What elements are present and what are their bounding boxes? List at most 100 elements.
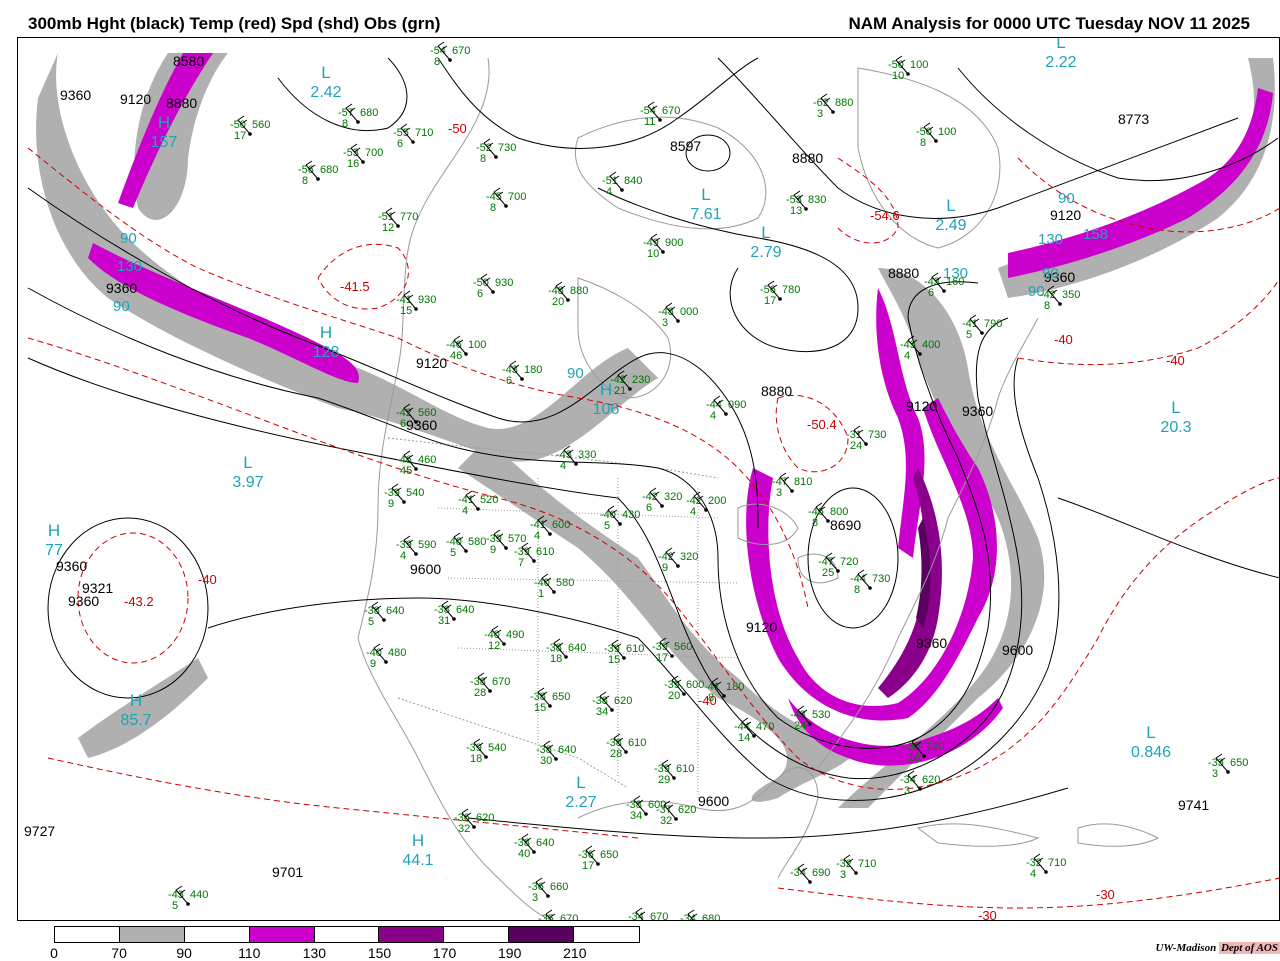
obs-dewpoint-depression: 18 bbox=[470, 753, 482, 765]
obs-height: 670 bbox=[650, 911, 668, 921]
obs-height: 680 bbox=[320, 164, 338, 176]
obs-dewpoint-depression: 28 bbox=[474, 687, 486, 699]
obs-height: 680 bbox=[702, 913, 720, 921]
height-label: 9727 bbox=[24, 823, 55, 839]
obs-height: 600 bbox=[686, 679, 704, 691]
obs-height: 320 bbox=[680, 551, 698, 563]
high-center-marker: H bbox=[412, 831, 424, 850]
obs-dewpoint-depression: 15 bbox=[608, 654, 620, 666]
legend-tick-label: 210 bbox=[563, 945, 587, 961]
height-label: 9600 bbox=[410, 561, 441, 577]
obs-height: 620 bbox=[678, 804, 696, 816]
obs-height: 620 bbox=[614, 695, 632, 707]
obs-height: 700 bbox=[365, 147, 383, 159]
obs-height: 610 bbox=[536, 546, 554, 558]
obs-height: 590 bbox=[418, 539, 436, 551]
obs-height: 100 bbox=[468, 339, 486, 351]
obs-height: 660 bbox=[550, 881, 568, 893]
legend-segment bbox=[379, 927, 445, 942]
obs-dewpoint-depression: 21 bbox=[614, 385, 626, 397]
obs-height: 680 bbox=[360, 107, 378, 119]
obs-dewpoint-depression: 5 bbox=[450, 547, 456, 559]
obs-height: 560 bbox=[418, 407, 436, 419]
high-center-marker: H bbox=[130, 691, 142, 710]
obs-height: 650 bbox=[552, 691, 570, 703]
obs-height: 710 bbox=[1048, 857, 1066, 869]
obs-height: 540 bbox=[488, 742, 506, 754]
obs-height: 540 bbox=[406, 487, 424, 499]
obs-height: 690 bbox=[812, 867, 830, 879]
temp-contour bbox=[1017, 278, 1279, 366]
wind-speed-legend bbox=[54, 926, 640, 943]
center-value: 20.3 bbox=[1160, 419, 1191, 436]
center-value: 44.1 bbox=[402, 852, 433, 869]
obs-dewpoint-depression: 10 bbox=[892, 70, 904, 82]
obs-dewpoint-depression: 16 bbox=[908, 752, 920, 764]
obs-height: 710 bbox=[415, 127, 433, 139]
height-label: 8880 bbox=[166, 95, 197, 111]
height-contours bbox=[27, 57, 1279, 839]
obs-dewpoint-depression: 15 bbox=[534, 702, 546, 714]
obs-height: 480 bbox=[388, 647, 406, 659]
obs-dewpoint-depression: 3 bbox=[840, 869, 846, 881]
center-value: 0.846 bbox=[1131, 744, 1171, 761]
temp-contour bbox=[317, 243, 409, 310]
center-value: 2.42 bbox=[310, 84, 341, 101]
obs-height: 610 bbox=[628, 737, 646, 749]
obs-height: 470 bbox=[756, 721, 774, 733]
low-center-marker: L bbox=[1056, 38, 1065, 52]
obs-height: 460 bbox=[418, 454, 436, 466]
obs-dewpoint-depression: 4 bbox=[1030, 868, 1036, 880]
legend-tick-label: 70 bbox=[111, 945, 127, 961]
obs-dewpoint-depression: 8 bbox=[480, 153, 486, 165]
obs-dewpoint-depression: 6 bbox=[928, 287, 934, 299]
obs-height: 720 bbox=[840, 556, 858, 568]
jet-shading-70 bbox=[78, 658, 208, 758]
obs-height: 840 bbox=[624, 175, 642, 187]
obs-dewpoint-depression: 3 bbox=[776, 487, 782, 499]
obs-dewpoint-depression: 5 bbox=[172, 900, 178, 912]
hispaniola bbox=[1077, 823, 1160, 847]
obs-dewpoint-depression: 4 bbox=[904, 350, 910, 362]
high-center-marker: H bbox=[48, 521, 60, 540]
obs-dewpoint-depression: 29 bbox=[658, 774, 670, 786]
arctic-islands bbox=[574, 116, 767, 230]
temperature-label: -40 bbox=[1166, 353, 1185, 368]
obs-dewpoint-depression: 9 bbox=[370, 658, 376, 670]
obs-height: 710 bbox=[858, 858, 876, 870]
obs-dewpoint-depression: 46 bbox=[450, 350, 462, 362]
obs-dewpoint-depression: 17 bbox=[234, 130, 246, 142]
obs-dewpoint-depression: 3 bbox=[904, 785, 910, 797]
legend-tick-label: 150 bbox=[367, 945, 392, 961]
center-value: 3.97 bbox=[232, 474, 263, 491]
center-value: 2.79 bbox=[750, 244, 781, 261]
obs-height: 610 bbox=[676, 763, 694, 775]
obs-dewpoint-depression: 12 bbox=[488, 640, 500, 652]
height-label: 8597 bbox=[670, 138, 701, 154]
obs-height: 430 bbox=[622, 509, 640, 521]
obs-height: 640 bbox=[386, 605, 404, 617]
obs-height: 200 bbox=[708, 495, 726, 507]
low-center-marker: L bbox=[946, 196, 955, 215]
center-value: 77 bbox=[45, 542, 63, 559]
obs-height: 730 bbox=[868, 429, 886, 441]
legend-segment bbox=[509, 927, 575, 942]
obs-height: 230 bbox=[632, 374, 650, 386]
obs-height: 880 bbox=[835, 97, 853, 109]
height-label: 9360 bbox=[106, 280, 137, 296]
obs-height: 180 bbox=[726, 681, 744, 693]
temperature-label: -43.2 bbox=[124, 594, 154, 609]
temperature-label: -41.5 bbox=[340, 279, 370, 294]
obs-height: 830 bbox=[808, 194, 826, 206]
jet-shading-70 bbox=[838, 268, 1045, 808]
obs-dewpoint-depression: 31 bbox=[438, 615, 450, 627]
obs-height: 330 bbox=[578, 449, 596, 461]
obs-height: 650 bbox=[1230, 757, 1248, 769]
height-label: 9600 bbox=[1002, 642, 1033, 658]
obs-height: 570 bbox=[508, 533, 526, 545]
obs-dewpoint-depression: 5 bbox=[966, 329, 972, 341]
obs-dewpoint-depression: 24 bbox=[850, 440, 862, 452]
temp-contour bbox=[777, 877, 1279, 909]
high-center-marker: H bbox=[320, 323, 332, 342]
obs-dewpoint-depression: 32 bbox=[660, 815, 672, 827]
